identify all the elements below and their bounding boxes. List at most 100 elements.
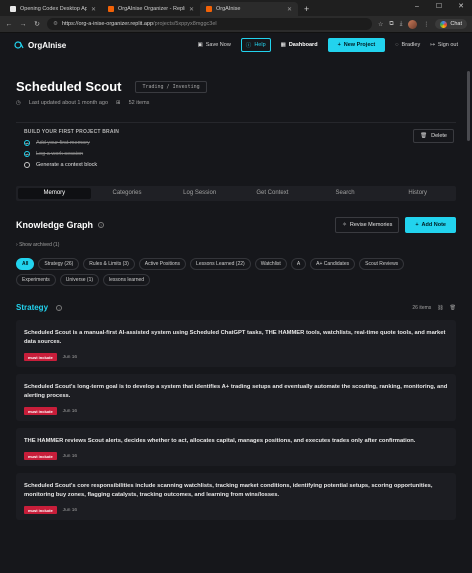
filter-chip[interactable]: Strategy (26)	[38, 258, 80, 270]
save-icon: ▣	[197, 42, 203, 48]
memory-text: Scheduled Scout's core responsibilities …	[24, 483, 433, 498]
url-field[interactable]: ⚙ https://org-a-inise-organizer.replit.a…	[47, 18, 373, 30]
profile-avatar[interactable]	[408, 19, 418, 29]
browser-tab-3[interactable]: OrgAInise ✕	[200, 2, 298, 16]
help-label: Help	[254, 42, 266, 48]
user-menu[interactable]: ◌ Bradley	[395, 42, 420, 48]
add-note-button[interactable]: + Add Note	[405, 217, 456, 233]
circle-icon	[24, 162, 30, 168]
project-header: Scheduled Scout Trading / Investing ◷ La…	[0, 79, 472, 143]
memory-list: Scheduled Scout is a manual-first AI-ass…	[16, 320, 456, 520]
filter-chip[interactable]: A	[290, 258, 307, 270]
reload-icon[interactable]: ↻	[33, 20, 41, 28]
onboarding-checklist: BUILD YOUR FIRST PROJECT BRAIN ✓ Add you…	[16, 122, 456, 177]
filter-chip[interactable]: Experiments	[16, 274, 56, 286]
filter-chip[interactable]: Scout Reviews	[359, 258, 405, 270]
memory-card[interactable]: Scheduled Scout's core responsibilities …	[16, 473, 456, 520]
revise-label: Revise Memories	[349, 222, 393, 228]
browser-tab-title: OrgAInise	[216, 6, 241, 12]
filter-chip[interactable]: A+ Candidates	[310, 258, 356, 270]
filter-chip[interactable]: Lessons Learned (22)	[190, 258, 251, 270]
help-button[interactable]: ⓘ Help	[240, 38, 271, 52]
save-now-label: Save Now	[205, 42, 231, 48]
brand-icon	[14, 41, 24, 49]
back-icon[interactable]: ←	[5, 21, 13, 28]
info-icon[interactable]: i	[56, 304, 63, 311]
new-tab-icon[interactable]: +	[298, 2, 315, 16]
memory-date: Jun 16	[62, 507, 78, 513]
dashboard-label: Dashboard	[288, 42, 318, 48]
trash-icon[interactable]: 🗑	[450, 305, 456, 311]
chat-button[interactable]: Chat	[435, 19, 467, 29]
checklist-step[interactable]: Generate a context block	[24, 162, 448, 168]
save-now-button[interactable]: ▣ Save Now	[198, 42, 231, 48]
dashboard-link[interactable]: ▦ Dashboard	[281, 42, 318, 48]
memory-text: THE HAMMER reviews Scout alerts, decides…	[24, 438, 416, 444]
memory-card[interactable]: Scheduled Scout is a manual-first AI-ass…	[16, 320, 456, 367]
filter-chip[interactable]: All	[16, 258, 35, 270]
app-viewport: OrgAInise ▣ Save Now ⓘ Help ▦ Dashboard …	[0, 33, 472, 573]
close-icon[interactable]: ✕	[189, 6, 194, 13]
help-circle-icon[interactable]: ?	[98, 222, 105, 228]
site-info-icon[interactable]: ⚙	[53, 21, 58, 27]
forward-icon[interactable]: →	[19, 21, 27, 28]
tab-log-session[interactable]: Log Session	[163, 188, 236, 199]
step-label: Generate a context block	[36, 162, 98, 168]
browser-tab-1[interactable]: Opening Codex Desktop App ✕	[4, 2, 102, 16]
chat-logo-icon	[440, 20, 448, 28]
new-project-label: New Project	[343, 42, 376, 48]
items-icon: ⊞	[116, 100, 121, 106]
menu-dots-icon[interactable]: ⋮	[423, 21, 429, 28]
clock-icon: ◷	[16, 100, 21, 106]
memory-card[interactable]: Scheduled Scout's long-term goal is to d…	[16, 374, 456, 421]
tab-categories[interactable]: Categories	[91, 188, 164, 199]
filter-chip[interactable]: Rules & Limits (3)	[83, 258, 135, 270]
tab-favicon-icon	[10, 6, 16, 12]
sign-out-icon: ↦	[430, 42, 435, 48]
show-archived-toggle[interactable]: › Show archived (1)	[16, 242, 456, 248]
window-close-icon[interactable]: ✕	[450, 0, 472, 14]
last-updated: Last updated about 1 month ago	[28, 100, 109, 106]
tab-get-context[interactable]: Get Context	[236, 188, 309, 199]
filter-chip[interactable]: Watchlist	[254, 258, 287, 270]
plus-icon: +	[415, 222, 419, 228]
download-icon[interactable]: ⤓	[400, 21, 403, 28]
category-count: 26 items	[412, 304, 432, 311]
extensions-icon[interactable]: ⧉	[389, 21, 393, 28]
browser-tab-title: Opening Codex Desktop App	[20, 6, 87, 12]
filter-chip[interactable]: Universe (1)	[59, 274, 100, 286]
memory-text: Scheduled Scout's long-term goal is to d…	[24, 384, 448, 399]
checklist-step[interactable]: ✓ Log a work session	[24, 151, 448, 157]
grid-icon: ▦	[280, 42, 286, 48]
section-title: Knowledge Graph	[16, 220, 94, 230]
tab-search[interactable]: Search	[309, 188, 382, 199]
sign-out-label: Sign out	[437, 42, 458, 48]
link-icon[interactable]: ⛓	[437, 305, 443, 311]
memory-date: Jun 16	[62, 408, 78, 414]
minimize-icon[interactable]: –	[406, 0, 428, 14]
sparkle-icon: ✧	[342, 222, 347, 228]
delete-button[interactable]: 🗑 Delete	[413, 129, 454, 143]
maximize-icon[interactable]: ☐	[428, 0, 450, 14]
filter-chip[interactable]: Active Positions	[138, 258, 187, 270]
tab-history[interactable]: History	[381, 188, 454, 199]
revise-memories-button[interactable]: ✧ Revise Memories	[335, 217, 400, 233]
memory-card[interactable]: THE HAMMER reviews Scout alerts, decides…	[16, 428, 456, 466]
bookmark-star-icon[interactable]: ☆	[378, 21, 383, 28]
checklist-step[interactable]: ✓ Add your first memory	[24, 140, 448, 146]
brand-logo[interactable]: OrgAInise	[14, 40, 66, 50]
category-filters: All Strategy (26) Rules & Limits (3) Act…	[16, 258, 436, 286]
sign-out-link[interactable]: ↦ Sign out	[430, 42, 458, 48]
new-project-button[interactable]: + New Project	[327, 38, 386, 52]
close-icon[interactable]: ✕	[91, 6, 96, 13]
items-count: 52 items	[128, 100, 150, 106]
filter-chip[interactable]: lessons learned	[103, 274, 151, 286]
browser-tab-2[interactable]: OrgAInise Organizer - Replit ✕	[102, 2, 200, 16]
close-icon[interactable]: ✕	[287, 6, 292, 13]
chevron-right-icon: ›	[16, 242, 18, 248]
step-label: Add your first memory	[36, 140, 90, 146]
tab-favicon-icon	[108, 6, 114, 12]
priority-badge: must include	[24, 353, 57, 361]
check-icon: ✓	[24, 140, 30, 146]
tab-memory[interactable]: Memory	[18, 188, 91, 199]
